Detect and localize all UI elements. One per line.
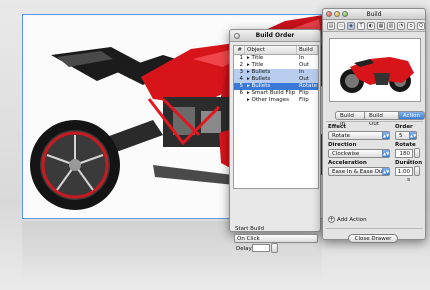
delay-input[interactable] [252,244,270,252]
tab-action[interactable]: Action [398,111,425,120]
inspector-title: Build [366,11,382,18]
row-build: Rotate [299,83,318,89]
tab-build-in[interactable]: Build In [335,111,366,127]
build-inspector-window[interactable]: Build ▤ ▭ ◈ T ◐ ▦ ▥ ◔ ➲ Q Build In Build… [322,8,426,243]
row-object: ▸ Bullets [247,76,271,82]
hyperlink-inspector-icon[interactable]: ➲ [407,21,415,30]
rotate-label: Rotate [395,142,416,148]
column-header-build[interactable]: Build [297,46,318,54]
build-order-panel[interactable]: Build Order # Object Build 1 ▸ Title In … [229,29,321,253]
quicktime-inspector-icon[interactable]: Q [417,21,425,30]
build-order-table[interactable]: # Object Build 1 ▸ Title In 2 ▸ Title Ou… [233,45,319,189]
add-action-button[interactable]: + Add Action [328,216,367,223]
inspector-title-bar[interactable]: Build [323,9,425,20]
table-row[interactable]: 4 ▸ Bullets Out [234,76,318,83]
direction-select[interactable]: Clockwise ▲▼ [328,149,390,158]
close-icon[interactable] [234,33,240,39]
chart-inspector-icon[interactable]: ◔ [397,21,405,30]
table-row[interactable]: ▸ Other Images Flip [234,97,318,104]
inspector-toolbar: ▤ ▭ ◈ T ◐ ▦ ▥ ◔ ➲ Q [323,20,425,32]
order-value: 5 [399,133,403,139]
row-object: ▸ Smart Build Flip [247,90,296,96]
build-preview[interactable] [329,38,421,102]
row-object: ▸ Title [247,55,264,61]
table-row[interactable]: 6 ▸ Smart Build Flip Flip [234,90,318,97]
rotate-stepper[interactable] [414,148,420,158]
metrics-inspector-icon[interactable]: ▦ [377,21,385,30]
text-inspector-icon[interactable]: T [357,21,365,30]
build-order-title-bar[interactable]: Build Order [230,30,320,42]
start-build-value: On Click [237,236,260,242]
row-build: Out [299,76,309,82]
divider [326,121,423,122]
tab-build-out[interactable]: Build Out [365,111,399,127]
build-tabs: Build In Build Out Action [335,111,425,127]
delay-label: Delay [236,246,252,252]
row-num [234,97,245,104]
close-window-icon[interactable] [326,11,332,17]
preview-motorcycle-image [340,57,414,93]
build-inspector-icon[interactable]: ◈ [347,21,355,30]
minimize-window-icon[interactable] [334,11,340,17]
duration-input[interactable]: 1.00 s [395,167,413,183]
popup-arrows-icon: ▲▼ [382,132,390,139]
rotate-input[interactable]: 180 ° [395,149,413,165]
add-action-label: Add Action [337,216,367,223]
row-build: Flip [299,97,309,103]
row-object: ▸ Bullets [247,83,271,89]
document-inspector-icon[interactable]: ▤ [327,21,335,30]
row-num: 6 [239,90,244,96]
order-select[interactable]: 5 ▲▼ [395,131,417,140]
graphic-inspector-icon[interactable]: ◐ [367,21,375,30]
row-build: Flip [299,90,309,96]
direction-value: Clockwise [332,151,360,157]
popup-arrows-icon: ▲▼ [382,150,390,157]
effect-label: Effect [328,124,346,130]
row-num: 1 [239,55,244,61]
divider [326,228,423,229]
acceleration-value: Ease In & Ease Out [332,169,385,175]
row-num: 3 [239,69,244,75]
popup-arrows-icon: ▲▼ [382,168,390,175]
plus-icon: + [328,216,335,223]
delay-stepper[interactable] [271,243,278,253]
row-object: ▸ Other Images [247,97,289,103]
start-build-select[interactable]: On Click [234,234,318,243]
row-object: ▸ Title [247,62,264,68]
popup-arrows-icon: ▲▼ [409,132,417,139]
window-controls [326,11,348,17]
column-header-object[interactable]: Object [245,46,297,54]
table-row[interactable]: 1 ▸ Title In [234,55,318,62]
build-order-table-header: # Object Build [234,46,318,55]
row-num: 5 [239,83,244,89]
build-order-title: Build Order [255,32,295,39]
row-build: Out [299,62,309,68]
row-build: In [299,69,305,75]
zoom-window-icon[interactable] [342,11,348,17]
row-num: 2 [239,62,244,68]
acceleration-select[interactable]: Ease In & Ease Out ▲▼ [328,167,390,176]
start-build-label: Start Build [235,226,264,232]
effect-select[interactable]: Rotate ▲▼ [328,131,390,140]
table-inspector-icon[interactable]: ▥ [387,21,395,30]
row-num: 4 [239,76,244,82]
row-object: ▸ Bullets [247,69,271,75]
duration-stepper[interactable] [414,166,420,176]
column-header-num[interactable]: # [234,46,245,54]
table-row[interactable]: 2 ▸ Title Out [234,62,318,69]
order-label: Order [395,124,413,130]
close-drawer-button[interactable]: Close Drawer [348,234,398,243]
direction-label: Direction [328,142,357,148]
table-row[interactable]: 3 ▸ Bullets In [234,69,318,76]
row-build: In [299,55,305,61]
slide-inspector-icon[interactable]: ▭ [337,21,345,30]
effect-value: Rotate [332,133,351,139]
table-row-selected[interactable]: 5 ▸ Bullets Rotate [234,83,318,90]
acceleration-label: Acceleration [328,160,367,166]
